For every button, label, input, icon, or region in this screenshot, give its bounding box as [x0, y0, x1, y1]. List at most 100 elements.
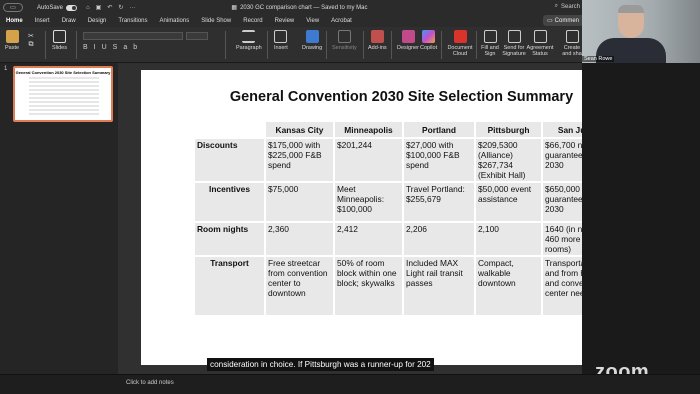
- new-slide-icon: [52, 30, 66, 43]
- row-label-transport: Transport: [195, 257, 264, 315]
- comments-button[interactable]: ▭ Commen: [543, 15, 585, 26]
- send-signature-label: Send for Signature: [502, 45, 526, 57]
- paragraph-label: Paragraph: [236, 45, 262, 51]
- person-hair: [618, 5, 644, 13]
- fill-sign-label: Fill and Sign: [481, 45, 499, 57]
- insert-button[interactable]: Insert: [274, 30, 288, 51]
- participant-video[interactable]: [582, 0, 700, 63]
- table-cell: $75,000: [266, 183, 333, 221]
- drawing-button[interactable]: Drawing: [302, 30, 322, 51]
- table-header-portland: Portland: [404, 122, 474, 137]
- table-cell: Included MAX Light rail transit passes: [404, 257, 474, 315]
- copilot-button[interactable]: Copilot: [420, 30, 437, 51]
- row-label-room-nights: Room nights: [195, 223, 264, 255]
- table-cell: $175,000 with $225,000 F&B spend: [266, 139, 333, 181]
- participant-name: Sean Rowe: [582, 56, 615, 62]
- paste-button[interactable]: Paste: [5, 30, 19, 51]
- font-format-icons[interactable]: BIUSab: [83, 44, 143, 51]
- tab-view[interactable]: View: [300, 15, 325, 27]
- tab-insert[interactable]: Insert: [29, 15, 56, 27]
- designer-label: Designer: [397, 45, 420, 51]
- font-size-select[interactable]: [186, 32, 208, 40]
- copilot-icon: [422, 30, 436, 43]
- home-icon[interactable]: ⌂: [86, 5, 90, 11]
- divider: [225, 31, 226, 59]
- search-box[interactable]: ⌕ Search: [555, 3, 580, 10]
- copy-icon: ⧉: [28, 41, 34, 48]
- comparison-table[interactable]: Kansas City Minneapolis Portland Pittsbu…: [193, 120, 612, 317]
- table-row: Discounts $175,000 with $225,000 F&B spe…: [195, 139, 610, 181]
- zoom-background: [582, 63, 700, 374]
- sensitivity-icon: [337, 30, 351, 43]
- addins-icon: [370, 30, 384, 43]
- divider: [441, 31, 442, 59]
- tab-acrobat[interactable]: Acrobat: [325, 15, 358, 27]
- drawing-label: Drawing: [302, 45, 323, 51]
- font-name-select[interactable]: [83, 32, 183, 40]
- paste-label: Paste: [5, 45, 20, 51]
- undo-icon[interactable]: ↶: [107, 4, 112, 11]
- agreement-icon: [533, 30, 547, 43]
- tab-home[interactable]: Home: [0, 15, 29, 28]
- scissors-icon: ✂: [28, 33, 34, 40]
- divider: [76, 31, 77, 59]
- table-cell: $201,244: [335, 139, 402, 181]
- table-cell: Meet Minneapolis: $100,000: [335, 183, 402, 221]
- tab-animations[interactable]: Animations: [154, 15, 196, 27]
- table-cell: $27,000 with $100,000 F&B spend: [404, 139, 474, 181]
- document-cloud-button[interactable]: Document Cloud: [446, 30, 474, 57]
- slides-button[interactable]: Slides: [52, 30, 67, 51]
- thumbnail-table: [29, 77, 99, 115]
- autosave-toggle[interactable]: [66, 4, 78, 11]
- more-icon[interactable]: ···: [129, 5, 135, 11]
- notes-bar: Click to add notes: [0, 374, 700, 394]
- tab-transitions[interactable]: Transitions: [112, 15, 153, 27]
- table-cell: $209,5300 (Alliance) $267,734 (Exhibit H…: [476, 139, 541, 181]
- divider: [391, 31, 392, 59]
- tab-record[interactable]: Record: [237, 15, 268, 27]
- paragraph-button[interactable]: Paragraph: [236, 30, 262, 51]
- tab-draw[interactable]: Draw: [56, 15, 82, 27]
- table-header-corner: [195, 122, 264, 137]
- fill-sign-button[interactable]: Fill and Sign: [480, 30, 500, 57]
- designer-button[interactable]: Designer: [397, 30, 419, 51]
- designer-icon: [401, 30, 415, 43]
- addins-button[interactable]: Add-ins: [368, 30, 387, 51]
- table-row: Room nights 2,360 2,412 2,206 2,100 1640…: [195, 223, 610, 255]
- agreement-status-button[interactable]: Agreement Status: [526, 30, 554, 57]
- table-cell: Travel Portland: $255,679: [404, 183, 474, 221]
- create-share-button[interactable]: Create and sha: [562, 30, 582, 57]
- tab-design[interactable]: Design: [82, 15, 113, 27]
- insert-icon: [274, 30, 288, 43]
- divider: [363, 31, 364, 59]
- paragraph-icon: [242, 30, 256, 43]
- table-cell: 2,360: [266, 223, 333, 255]
- create-icon: [565, 30, 579, 43]
- sidebar-toggle-icon[interactable]: ▭: [3, 3, 23, 12]
- search-placeholder: Search: [560, 3, 580, 10]
- slide-thumbnail[interactable]: General Convention 2030 Site Selection S…: [13, 66, 113, 122]
- redo-icon[interactable]: ↻: [118, 4, 123, 11]
- document-icon: ▦: [231, 5, 238, 11]
- save-icon[interactable]: ▣: [96, 4, 102, 11]
- notes-placeholder[interactable]: Click to add notes: [126, 380, 174, 386]
- send-signature-button[interactable]: Send for Signature: [501, 30, 527, 57]
- divider: [476, 31, 477, 59]
- row-label-incentives: Incentives: [195, 183, 264, 221]
- insert-label: Insert: [274, 45, 288, 51]
- cut-copy-icons[interactable]: ✂ ⧉: [28, 33, 34, 49]
- powerpoint-window: ▭ AutoSave ⌂ ▣ ↶ ↻ ··· ▦ 2030 GC compari…: [0, 0, 700, 394]
- slide-number: 1: [4, 66, 8, 72]
- comments-label: Commen: [554, 17, 580, 24]
- window-title: 2030 GC comparison chart — Saved to my M…: [240, 4, 368, 11]
- addins-label: Add-ins: [368, 45, 387, 51]
- agreement-status-label: Agreement Status: [526, 45, 554, 57]
- table-cell: $50,000 event assistance: [476, 183, 541, 221]
- sensitivity-button[interactable]: Sensitivity: [332, 30, 357, 51]
- tab-review[interactable]: Review: [269, 15, 301, 27]
- table-cell: 50% of room block within one block; skyw…: [335, 257, 402, 315]
- comment-icon: ▭: [547, 18, 553, 24]
- document-cloud-label: Document Cloud: [447, 45, 473, 57]
- acrobat-icon: [453, 30, 467, 43]
- tab-slide-show[interactable]: Slide Show: [195, 15, 237, 27]
